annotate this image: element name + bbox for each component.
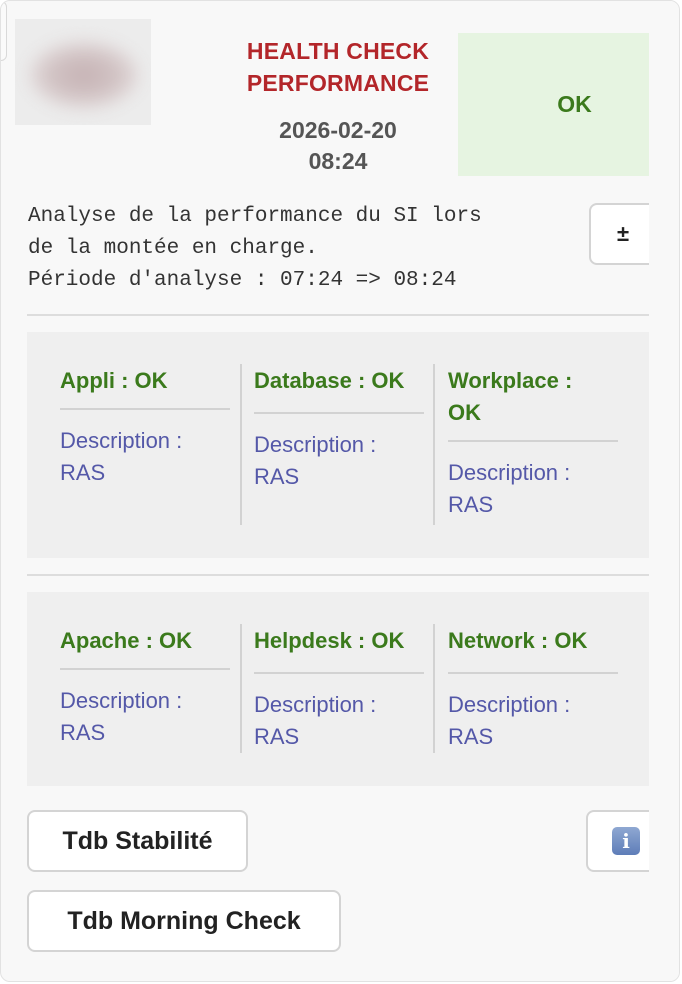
- column-divider: [433, 364, 435, 525]
- report-datetime: 2026-02-20 08:24: [227, 115, 449, 177]
- column-divider: [240, 624, 242, 753]
- status-item-appli: Appli : OK Description : RAS: [60, 365, 230, 489]
- blurred-logo-image: [29, 41, 139, 109]
- description-line-1: Analyse de la performance du SI lors: [28, 205, 482, 228]
- stability-dashboard-button[interactable]: Tdb Stabilité: [27, 810, 248, 872]
- status-item-name: Network : OK: [448, 628, 588, 653]
- page-title: HEALTH CHECK PERFORMANCE: [227, 35, 449, 99]
- divider: [27, 314, 649, 316]
- status-panel-2: Apache : OK Description : RAS Helpdesk :…: [27, 592, 649, 786]
- title-line-2: PERFORMANCE: [246, 70, 430, 96]
- status-item-separator: [254, 412, 424, 414]
- logo: [15, 19, 151, 125]
- global-status-badge: OK: [458, 33, 649, 176]
- analysis-description: Analyse de la performance du SI lors de l…: [28, 201, 588, 297]
- status-item-apache: Apache : OK Description : RAS: [60, 625, 230, 749]
- column-divider: [433, 624, 435, 753]
- status-panel-1: Appli : OK Description : RAS Database : …: [27, 332, 649, 558]
- status-item-separator: [60, 408, 230, 410]
- report-date: 2026-02-20: [279, 117, 397, 143]
- status-item-separator: [254, 672, 424, 674]
- status-item-description: Description : RAS: [448, 692, 571, 749]
- report-time: 08:24: [308, 148, 368, 174]
- health-check-card: HEALTH CHECK PERFORMANCE 2026-02-20 08:2…: [0, 0, 680, 982]
- morning-check-dashboard-button[interactable]: Tdb Morning Check: [27, 890, 341, 952]
- status-item-helpdesk: Helpdesk : OK Description : RAS: [254, 625, 424, 753]
- status-item-separator: [448, 440, 618, 442]
- card-right-clip: [649, 1, 679, 981]
- status-item-name: Workplace : OK: [448, 368, 573, 425]
- info-icon: i: [612, 827, 640, 855]
- status-item-description: Description : RAS: [60, 428, 183, 485]
- status-item-name: Apache : OK: [60, 628, 193, 653]
- column-divider: [240, 364, 242, 525]
- status-item-separator: [448, 672, 618, 674]
- status-item-network: Network : OK Description : RAS: [448, 625, 618, 753]
- title-line-1: HEALTH CHECK: [246, 38, 430, 64]
- description-line-2: de la montée en charge.: [28, 237, 318, 260]
- previous-card-edge: [1, 1, 7, 61]
- description-line-3: Période d'analyse : 07:24 => 08:24: [28, 269, 457, 292]
- status-item-database: Database : OK Description : RAS: [254, 365, 424, 493]
- status-item-description: Description : RAS: [254, 692, 377, 749]
- status-item-name: Helpdesk : OK: [254, 628, 405, 653]
- status-item-description: Description : RAS: [448, 460, 571, 517]
- divider: [27, 574, 649, 576]
- status-item-description: Description : RAS: [60, 688, 183, 745]
- status-item-description: Description : RAS: [254, 432, 377, 489]
- status-item-workplace: Workplace : OK Description : RAS: [448, 365, 618, 521]
- status-item-name: Appli : OK: [60, 368, 168, 393]
- status-item-name: Database : OK: [254, 368, 405, 393]
- global-status-text: OK: [557, 91, 592, 117]
- status-item-separator: [60, 668, 230, 670]
